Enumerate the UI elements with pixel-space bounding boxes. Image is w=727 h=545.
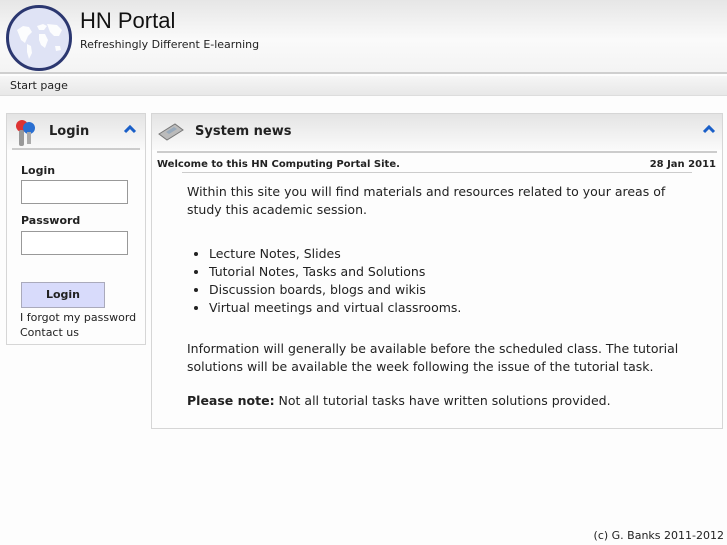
contact-us-link[interactable]: Contact us (20, 326, 79, 339)
news-panel-title: System news (195, 124, 292, 139)
keys-icon (16, 120, 35, 146)
login-panel: Login Login Password Login I forgot my p… (6, 113, 146, 345)
note-label: Please note: (187, 393, 275, 408)
login-label: Login (21, 164, 56, 177)
divider (12, 148, 140, 150)
header: HN Portal Refreshingly Different E-learn… (0, 0, 727, 74)
login-button[interactable]: Login (21, 282, 105, 308)
news-panel-header: System news (152, 114, 722, 150)
chevron-up-icon[interactable] (702, 123, 716, 135)
newspaper-icon (158, 123, 184, 141)
chevron-up-icon[interactable] (123, 123, 137, 135)
site-title: HN Portal (80, 8, 176, 33)
footer-copyright: (c) G. Banks 2011-2012 (593, 529, 724, 542)
news-note: Please note: Not all tutorial tasks have… (187, 392, 687, 410)
divider (157, 151, 717, 153)
password-input[interactable] (21, 231, 128, 255)
list-item: Discussion boards, blogs and wikis (209, 281, 687, 299)
world-map-icon (6, 5, 72, 71)
news-info: Information will generally be available … (187, 341, 679, 374)
login-panel-header: Login (7, 114, 145, 150)
news-item-date: 28 Jan 2011 (649, 159, 716, 170)
site-subtitle: Refreshingly Different E-learning (80, 38, 260, 51)
news-bullet-list: Lecture Notes, Slides Tutorial Notes, Ta… (187, 245, 687, 317)
login-panel-title: Login (49, 124, 90, 139)
login-input[interactable] (21, 180, 128, 204)
list-item: Tutorial Notes, Tasks and Solutions (209, 263, 687, 281)
system-news-panel: System news Welcome to this HN Computing… (151, 113, 723, 429)
divider (182, 172, 692, 173)
breadcrumb: Start page (0, 76, 727, 96)
list-item: Virtual meetings and virtual classrooms. (209, 299, 687, 317)
start-page-link[interactable]: Start page (10, 79, 68, 92)
list-item: Lecture Notes, Slides (209, 245, 687, 263)
password-label: Password (21, 214, 81, 227)
news-intro: Within this site you will find materials… (187, 184, 666, 217)
forgot-password-link[interactable]: I forgot my password (20, 311, 136, 324)
note-text: Not all tutorial tasks have written solu… (274, 393, 611, 408)
news-item-title: Welcome to this HN Computing Portal Site… (157, 159, 400, 170)
